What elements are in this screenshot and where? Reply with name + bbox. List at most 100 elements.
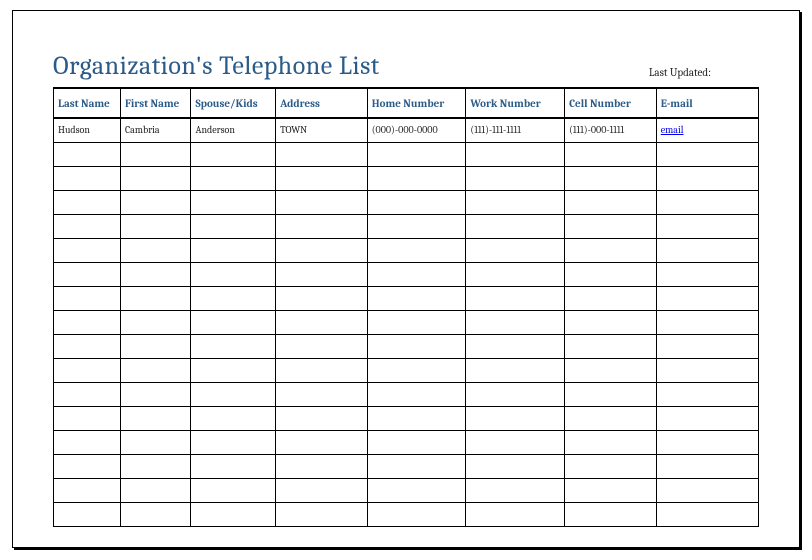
cell-empty <box>367 502 466 526</box>
cell-empty <box>276 358 368 382</box>
cell-empty <box>367 286 466 310</box>
cell-empty <box>276 454 368 478</box>
table-row-empty <box>54 382 759 406</box>
cell-empty <box>191 262 276 286</box>
cell-empty <box>276 142 368 166</box>
cell-empty <box>565 310 657 334</box>
cell-empty <box>565 262 657 286</box>
cell-empty <box>656 430 758 454</box>
cell-empty <box>276 382 368 406</box>
cell-empty <box>466 382 565 406</box>
header-row: Organization's Telephone List Last Updat… <box>53 51 759 81</box>
cell-empty <box>466 262 565 286</box>
cell-empty <box>276 190 368 214</box>
cell-empty <box>191 142 276 166</box>
cell-empty <box>276 406 368 430</box>
cell-home-number: (000)-000-0000 <box>367 118 466 142</box>
cell-empty <box>276 238 368 262</box>
cell-empty <box>367 262 466 286</box>
cell-empty <box>54 334 121 358</box>
cell-empty <box>466 334 565 358</box>
cell-empty <box>191 382 276 406</box>
cell-empty <box>191 214 276 238</box>
cell-empty <box>656 502 758 526</box>
cell-empty <box>54 310 121 334</box>
cell-empty <box>54 262 121 286</box>
cell-empty <box>54 190 121 214</box>
cell-empty <box>120 142 191 166</box>
cell-empty <box>656 478 758 502</box>
cell-empty <box>565 430 657 454</box>
cell-empty <box>367 190 466 214</box>
cell-empty <box>565 454 657 478</box>
cell-empty <box>54 478 121 502</box>
cell-empty <box>191 334 276 358</box>
cell-empty <box>54 406 121 430</box>
cell-empty <box>656 382 758 406</box>
cell-empty <box>466 238 565 262</box>
cell-empty <box>565 142 657 166</box>
cell-empty <box>191 430 276 454</box>
cell-empty <box>54 238 121 262</box>
cell-empty <box>54 142 121 166</box>
cell-empty <box>276 430 368 454</box>
col-header-address: Address <box>276 88 368 118</box>
cell-empty <box>367 382 466 406</box>
cell-empty <box>367 358 466 382</box>
table-row-empty <box>54 262 759 286</box>
col-header-home-number: Home Number <box>367 88 466 118</box>
table-row-empty <box>54 286 759 310</box>
cell-empty <box>120 190 191 214</box>
cell-empty <box>120 310 191 334</box>
cell-empty <box>367 454 466 478</box>
cell-empty <box>120 238 191 262</box>
cell-empty <box>276 478 368 502</box>
table-row-empty <box>54 214 759 238</box>
cell-empty <box>565 502 657 526</box>
cell-empty <box>656 142 758 166</box>
cell-empty <box>191 502 276 526</box>
cell-empty <box>191 478 276 502</box>
cell-empty <box>120 454 191 478</box>
cell-empty <box>367 430 466 454</box>
cell-empty <box>120 286 191 310</box>
col-header-spouse-kids: Spouse/Kids <box>191 88 276 118</box>
cell-email: email <box>656 118 758 142</box>
cell-empty <box>656 406 758 430</box>
cell-empty <box>120 334 191 358</box>
cell-empty <box>276 262 368 286</box>
table-row-empty <box>54 358 759 382</box>
table-row: HudsonCambriaAndersonTOWN(000)-000-0000(… <box>54 118 759 142</box>
cell-empty <box>466 478 565 502</box>
cell-empty <box>656 238 758 262</box>
cell-empty <box>120 382 191 406</box>
content-area: Organization's Telephone List Last Updat… <box>13 11 799 547</box>
cell-address: TOWN <box>276 118 368 142</box>
cell-empty <box>191 190 276 214</box>
cell-empty <box>466 190 565 214</box>
cell-empty <box>191 166 276 190</box>
col-header-first-name: First Name <box>120 88 191 118</box>
cell-empty <box>656 310 758 334</box>
cell-empty <box>466 286 565 310</box>
cell-empty <box>120 166 191 190</box>
cell-empty <box>656 286 758 310</box>
page-border: Organization's Telephone List Last Updat… <box>12 10 800 548</box>
cell-cell-number: (111)-000-1111 <box>565 118 657 142</box>
telephone-table: Last Name First Name Spouse/Kids Address… <box>53 87 759 527</box>
cell-empty <box>276 334 368 358</box>
cell-work-number: (111)-111-1111 <box>466 118 565 142</box>
email-link[interactable]: email <box>661 124 684 136</box>
table-row-empty <box>54 502 759 526</box>
cell-empty <box>276 286 368 310</box>
table-row-empty <box>54 142 759 166</box>
cell-empty <box>565 406 657 430</box>
table-row-empty <box>54 406 759 430</box>
cell-empty <box>120 358 191 382</box>
cell-empty <box>656 166 758 190</box>
cell-empty <box>191 406 276 430</box>
cell-empty <box>565 334 657 358</box>
col-header-work-number: Work Number <box>466 88 565 118</box>
cell-empty <box>54 214 121 238</box>
cell-empty <box>656 454 758 478</box>
